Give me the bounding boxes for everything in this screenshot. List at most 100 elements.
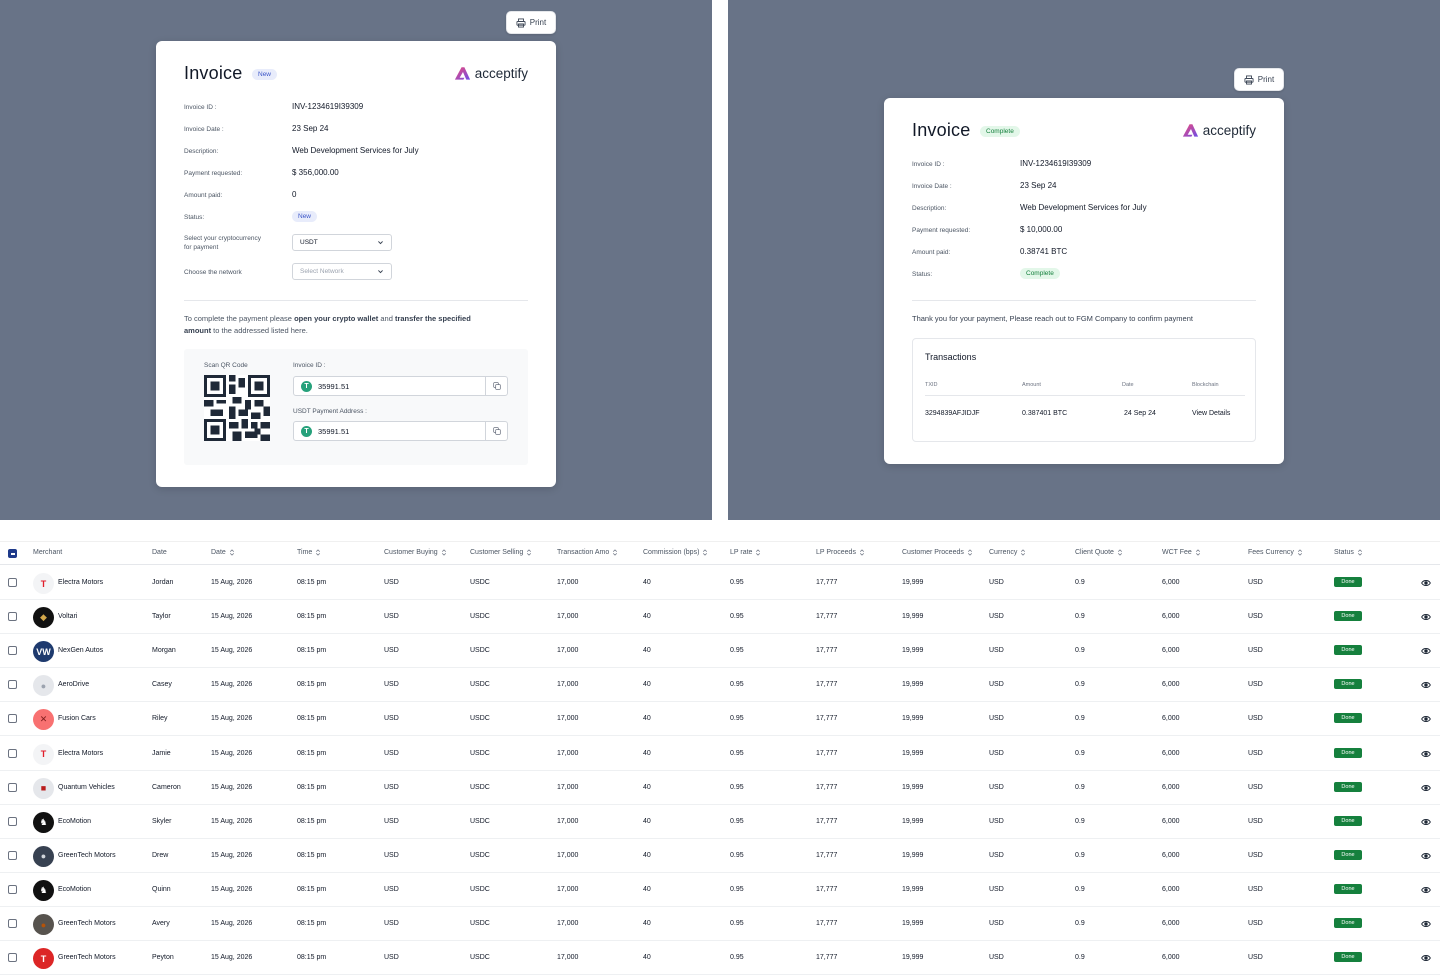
table-row[interactable]: ♞ EcoMotion Quinn 15 Aug, 2026 08:15 pm USD US… <box>0 873 1440 907</box>
table-row[interactable]: T Electra Motors Jordan 15 Aug, 2026 08:15 p… <box>0 566 1440 600</box>
sort-icon <box>967 549 972 556</box>
cell-wct-fee: 6,000 <box>1162 749 1180 757</box>
merchant-avatar: ● <box>33 845 54 867</box>
cell-customer-proceeds: 19,999 <box>902 851 924 859</box>
cell-merchant: Voltari <box>58 613 78 621</box>
cell-currency: USD <box>989 954 1004 962</box>
merchant-avatar: ♞ <box>33 879 54 901</box>
cell-transaction-amount: 17,000 <box>557 885 579 893</box>
avatar-glyph: T <box>40 749 47 759</box>
cell-client-quote: 0.9 <box>1075 647 1085 655</box>
column-header[interactable]: Currency <box>989 549 1026 556</box>
row-checkbox[interactable] <box>8 612 17 622</box>
eye-icon[interactable] <box>1421 715 1431 723</box>
eye-icon[interactable] <box>1421 852 1431 860</box>
print-button[interactable]: Print <box>506 11 556 34</box>
avatar-glyph: ■ <box>40 783 47 794</box>
eye-icon[interactable] <box>1421 750 1431 758</box>
table-row[interactable]: ● GreenTech Motors Avery 15 Aug, 2026 08:15 … <box>0 907 1440 941</box>
row-checkbox[interactable] <box>8 816 17 826</box>
cell-date-name: Jordan <box>152 579 174 586</box>
column-header[interactable]: Commission (bps) <box>643 549 708 556</box>
description-label: Description: <box>184 148 219 155</box>
cell-merchant: AeroDrive <box>58 681 90 689</box>
print-button[interactable]: Print <box>1234 68 1284 91</box>
eye-icon[interactable] <box>1421 818 1431 826</box>
cell-customer-selling: USDC <box>470 715 490 723</box>
merchant-avatar: T <box>33 948 54 970</box>
table-row[interactable]: ◆ Voltari Taylor 15 Aug, 2026 08:15 pm USD USD… <box>0 600 1440 635</box>
cell-transaction-amount: 17,000 <box>557 954 579 962</box>
cell-customer-proceeds: 19,999 <box>902 885 924 893</box>
eye-icon[interactable] <box>1421 920 1431 928</box>
status-badge: Done <box>1334 918 1362 928</box>
column-header-label: Date <box>211 549 226 556</box>
column-header[interactable]: Date <box>211 549 235 556</box>
eye-icon[interactable] <box>1421 681 1431 689</box>
copy-button[interactable] <box>485 422 507 440</box>
table-row[interactable]: ✕ Fusion Cars Riley 15 Aug, 2026 08:15 pm USD… <box>0 702 1440 737</box>
invoice-id-field[interactable]: T 35991.51 <box>293 376 508 396</box>
payment-address-field[interactable]: T 35991.51 <box>293 421 508 441</box>
column-header[interactable]: LP rate <box>730 549 761 556</box>
cell-fees-currency: USD <box>1248 817 1263 825</box>
row-checkbox[interactable] <box>8 884 17 894</box>
eye-icon[interactable] <box>1421 954 1431 962</box>
row-checkbox[interactable] <box>8 646 17 656</box>
cell-lp-proceeds: 17,777 <box>816 681 838 689</box>
row-checkbox[interactable] <box>8 782 17 792</box>
column-header[interactable]: Customer Selling <box>470 549 532 556</box>
cell-date: 15 Aug, 2026 <box>211 885 253 893</box>
row-checkbox[interactable] <box>8 953 17 963</box>
select-all-checkbox[interactable] <box>8 549 17 558</box>
row-checkbox[interactable] <box>8 919 17 928</box>
cell-date: 15 Aug, 2026 <box>211 749 253 757</box>
network-select[interactable]: Select Network <box>292 263 392 280</box>
qr-code[interactable] <box>204 375 270 441</box>
cell-customer-selling: USDC <box>470 783 490 791</box>
column-header[interactable]: Customer Proceeds <box>902 549 973 556</box>
column-header[interactable]: Customer Buying <box>384 549 447 556</box>
copy-button[interactable] <box>485 377 507 395</box>
eye-icon[interactable] <box>1421 886 1431 894</box>
row-checkbox[interactable] <box>8 578 17 587</box>
column-header: Date <box>152 549 167 556</box>
acceptify-logo-icon <box>454 67 470 80</box>
row-checkbox[interactable] <box>8 748 17 758</box>
table-row[interactable]: ● GreenTech Motors Drew 15 Aug, 2026 08:15 p… <box>0 839 1440 873</box>
table-row[interactable]: VW NexGen Autos Morgan 15 Aug, 2026 08:15 pm… <box>0 634 1440 669</box>
column-header[interactable]: Transaction Amo <box>557 549 618 556</box>
avatar-glyph: ● <box>40 851 47 862</box>
invoice-card: Invoice Complete acceptify Invoice ID : … <box>884 98 1284 464</box>
column-header[interactable]: Time <box>297 549 321 556</box>
column-header[interactable]: LP Proceeds <box>816 549 865 556</box>
row-checkbox[interactable] <box>8 714 17 724</box>
avatar-glyph: T <box>40 578 47 589</box>
cell-customer-buying: USD <box>384 681 399 689</box>
tx-header-date: Date <box>1122 382 1134 388</box>
eye-icon[interactable] <box>1421 613 1431 621</box>
view-details-link[interactable]: View Details <box>1192 410 1230 417</box>
column-header[interactable]: Status <box>1334 549 1363 556</box>
row-checkbox[interactable] <box>8 680 17 690</box>
cell-date: 15 Aug, 2026 <box>211 851 253 859</box>
table-row[interactable]: ● AeroDrive Casey 15 Aug, 2026 08:15 pm USD US… <box>0 668 1440 703</box>
table-row[interactable]: T Electra Motors Jamie 15 Aug, 2026 08:15 pm… <box>0 737 1440 771</box>
eye-icon[interactable] <box>1421 579 1431 587</box>
table-row[interactable]: ♞ EcoMotion Skyler 15 Aug, 2026 08:15 pm USD U… <box>0 805 1440 839</box>
copy-icon <box>492 427 501 435</box>
crypto-select[interactable]: USDT <box>292 234 392 251</box>
invoice-id-value: INV-1234619I39309 <box>1020 159 1092 168</box>
column-header[interactable]: WCT Fee <box>1162 549 1201 556</box>
column-header[interactable]: Fees Currency <box>1248 549 1303 556</box>
eye-icon[interactable] <box>1421 784 1431 792</box>
eye-icon[interactable] <box>1421 647 1431 655</box>
table-row[interactable]: T GreenTech Motors Peyton 15 Aug, 2026 08:15… <box>0 941 1440 975</box>
cell-fees-currency: USD <box>1248 579 1263 586</box>
column-header-label: LP rate <box>730 549 753 556</box>
cell-customer-buying: USD <box>384 817 399 825</box>
column-header[interactable]: Client Quote <box>1075 549 1123 556</box>
row-checkbox[interactable] <box>8 850 17 860</box>
cell-customer-selling: USDC <box>470 954 490 962</box>
table-row[interactable]: ■ Quantum Vehicles Cameron 15 Aug, 2026 08:1… <box>0 771 1440 805</box>
